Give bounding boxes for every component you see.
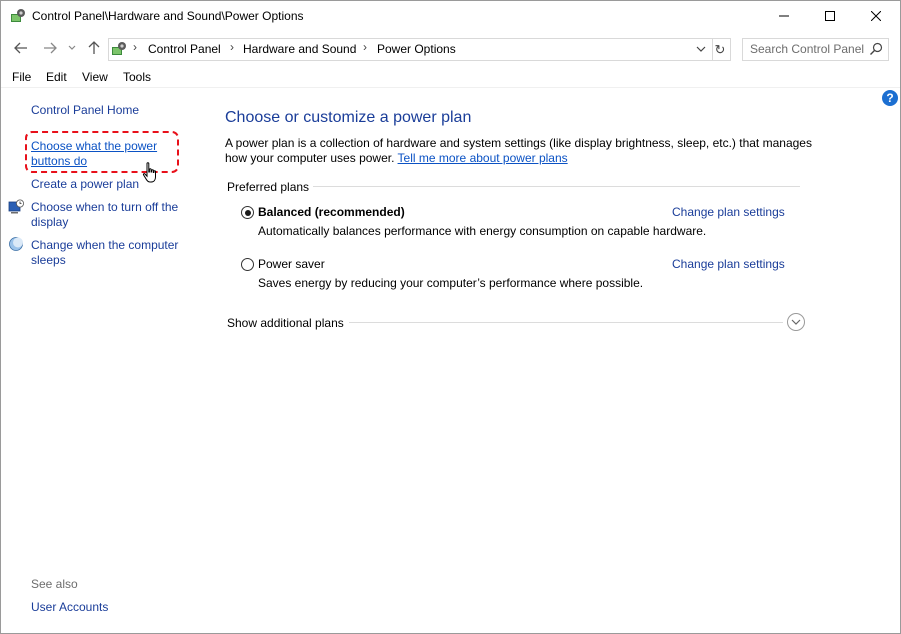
page-title: Choose or customize a power plan — [225, 109, 472, 126]
link-line: sleeps — [31, 253, 66, 267]
power-saver-radio[interactable] — [241, 258, 254, 271]
breadcrumb-power-options[interactable]: Power Options — [377, 42, 456, 56]
back-arrow-icon — [14, 42, 27, 54]
balanced-plan-name[interactable]: Balanced (recommended) — [258, 205, 405, 219]
description-line-2: how your computer uses power. Tell me mo… — [225, 151, 825, 166]
learn-more-link[interactable]: Tell me more about power plans — [398, 151, 568, 165]
menu-file[interactable]: File — [12, 70, 31, 84]
minimize-button[interactable] — [761, 1, 807, 31]
menu-view[interactable]: View — [82, 70, 108, 84]
choose-power-buttons-link[interactable]: Choose what the power buttons do — [31, 139, 157, 169]
up-button[interactable] — [85, 39, 103, 57]
menu-edit[interactable]: Edit — [46, 70, 67, 84]
user-accounts-link[interactable]: User Accounts — [31, 600, 108, 615]
description-text: how your computer uses power. — [225, 151, 395, 165]
forward-button[interactable] — [41, 39, 59, 57]
see-also-label: See also — [31, 577, 78, 591]
address-history-button[interactable] — [694, 41, 708, 57]
close-button[interactable] — [853, 1, 899, 31]
help-button[interactable]: ? — [882, 90, 898, 106]
window-title: Control Panel\Hardware and Sound\Power O… — [32, 9, 304, 23]
hand-cursor-icon — [142, 162, 156, 183]
refresh-button[interactable]: ↻ — [710, 38, 731, 61]
create-power-plan-link[interactable]: Create a power plan — [31, 177, 139, 192]
group-divider — [313, 186, 800, 187]
change-sleep-link[interactable]: Change when the computer sleeps — [31, 238, 178, 268]
control-panel-home-link[interactable]: Control Panel Home — [31, 103, 139, 118]
title-bar: Control Panel\Hardware and Sound\Power O… — [1, 1, 900, 33]
back-button[interactable] — [12, 39, 30, 57]
power-options-window: Control Panel\Hardware and Sound\Power O… — [0, 0, 901, 634]
address-bar[interactable]: › Control Panel › Hardware and Sound › P… — [108, 38, 713, 61]
power-saver-plan-name[interactable]: Power saver — [258, 257, 325, 271]
menu-tools[interactable]: Tools — [123, 70, 151, 84]
breadcrumb-separator-icon[interactable]: › — [133, 40, 137, 54]
preferred-plans-label: Preferred plans — [227, 180, 310, 194]
control-panel-icon — [11, 9, 25, 22]
breadcrumb-separator-icon[interactable]: › — [363, 40, 367, 54]
chevron-down-icon — [791, 319, 801, 325]
maximize-button[interactable] — [807, 1, 853, 31]
turn-off-display-link[interactable]: Choose when to turn off the display — [31, 200, 178, 230]
link-line: display — [31, 215, 69, 229]
link-line: Choose what the power — [31, 139, 158, 153]
search-icon — [870, 42, 883, 55]
minimize-icon — [779, 15, 789, 17]
refresh-icon: ↻ — [714, 41, 726, 57]
control-panel-icon — [112, 42, 126, 55]
group-divider — [349, 322, 783, 323]
power-saver-change-settings-link[interactable]: Change plan settings — [672, 257, 785, 271]
recent-locations-button[interactable] — [66, 39, 78, 57]
link-line: Change when the computer — [31, 238, 179, 252]
close-icon — [871, 11, 881, 21]
search-input[interactable]: Search Control Panel — [750, 42, 864, 56]
balanced-radio[interactable] — [241, 206, 254, 219]
balanced-change-settings-link[interactable]: Change plan settings — [672, 205, 785, 219]
page-description: A power plan is a collection of hardware… — [225, 136, 825, 166]
balanced-plan-description: Automatically balances performance with … — [258, 224, 707, 238]
menu-divider — [1, 87, 900, 88]
navigation-bar: › Control Panel › Hardware and Sound › P… — [1, 35, 900, 63]
expand-additional-plans-button[interactable] — [787, 313, 805, 331]
chevron-down-icon — [696, 46, 706, 52]
search-box[interactable]: Search Control Panel — [742, 38, 889, 61]
breadcrumb-separator-icon[interactable]: › — [230, 40, 234, 54]
link-line: buttons do — [31, 154, 88, 168]
chevron-down-icon — [68, 45, 76, 50]
forward-arrow-icon — [44, 42, 57, 54]
power-saver-plan-description: Saves energy by reducing your computer’s… — [258, 276, 644, 290]
up-arrow-icon — [88, 41, 100, 54]
display-clock-icon — [8, 199, 24, 214]
maximize-icon — [825, 11, 835, 21]
description-line: A power plan is a collection of hardware… — [225, 136, 812, 150]
breadcrumb-control-panel[interactable]: Control Panel — [148, 42, 221, 56]
breadcrumb-hardware-and-sound[interactable]: Hardware and Sound — [243, 42, 356, 56]
show-additional-plans-label[interactable]: Show additional plans — [227, 316, 344, 330]
sleep-moon-icon — [9, 237, 23, 251]
link-line: Choose when to turn off the — [31, 200, 179, 214]
